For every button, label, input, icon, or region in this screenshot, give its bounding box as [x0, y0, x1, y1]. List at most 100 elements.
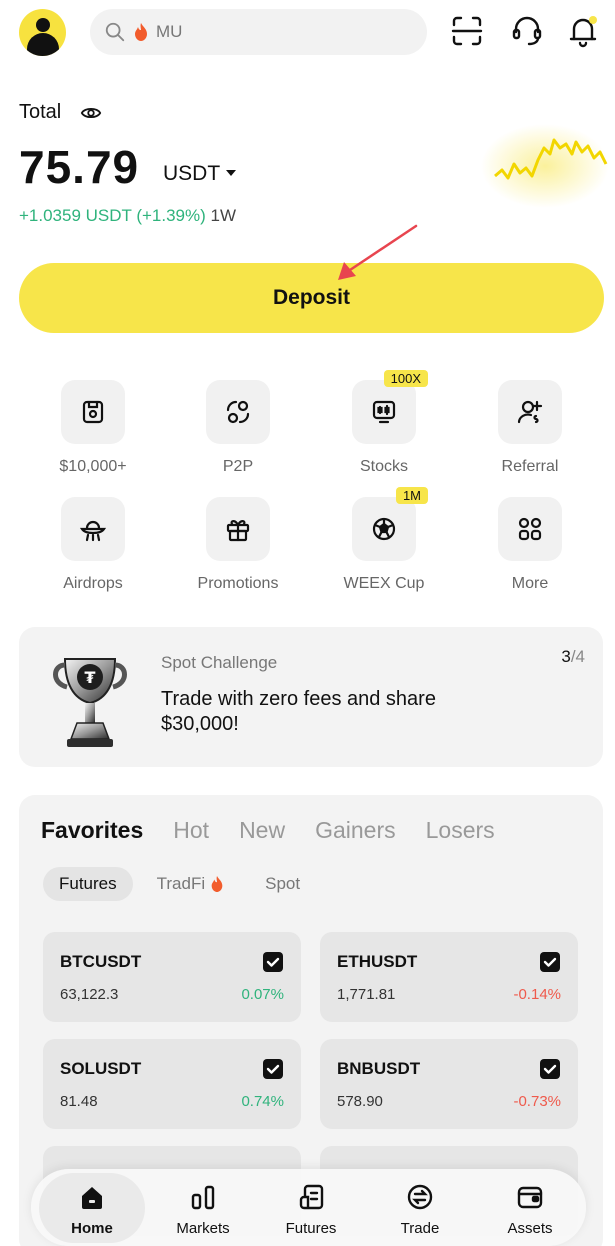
avatar[interactable] — [19, 9, 66, 56]
feature-label: More — [511, 575, 549, 592]
favorite-checkbox[interactable] — [263, 1059, 283, 1079]
bell-icon[interactable] — [566, 14, 600, 48]
feature-label: P2P — [222, 458, 254, 475]
feature-badge: 100X — [383, 370, 428, 387]
nav-markets[interactable]: Markets — [148, 1169, 258, 1246]
balance-unit-selector[interactable]: USDT — [163, 162, 220, 186]
market-price: 63,122.3 — [60, 986, 119, 1003]
feature-label: Promotions — [197, 575, 279, 592]
feature-p2p[interactable]: P2P — [183, 380, 293, 476]
feature-label: Airdrops — [63, 575, 123, 592]
subtab-tradfi[interactable]: TradFi — [141, 867, 242, 901]
support-icon[interactable] — [510, 14, 544, 48]
referral-icon — [517, 400, 543, 424]
feature-promotions[interactable]: Promotions — [183, 497, 293, 593]
markets-icon — [191, 1185, 215, 1210]
check-icon — [266, 957, 280, 967]
tab-gainers[interactable]: Gainers — [315, 817, 396, 844]
trophy-icon: ₮ — [53, 658, 127, 747]
total-label: Total — [19, 101, 62, 123]
check-icon — [543, 957, 557, 967]
feature-box — [206, 380, 270, 444]
balance-change: +1.0359 USDT (+1.39%) 1W — [19, 206, 236, 226]
nav-futures[interactable]: Futures — [256, 1169, 366, 1246]
market-card[interactable]: BTCUSDT 63,122.3 0.07% — [43, 932, 301, 1022]
pager-current: 3 — [561, 647, 571, 666]
banner-pager: 3/4 — [561, 647, 585, 667]
subtab-spot[interactable]: Spot — [249, 867, 316, 901]
grid-icon — [518, 517, 542, 541]
search-icon — [105, 22, 125, 42]
feature-box — [498, 380, 562, 444]
market-symbol: BNBUSDT — [337, 1059, 421, 1078]
feature-airdrops[interactable]: Airdrops — [38, 497, 148, 593]
search-bar[interactable]: MU — [90, 9, 427, 55]
nav-home[interactable]: Home — [39, 1173, 145, 1243]
tab-favorites[interactable]: Favorites — [41, 817, 143, 844]
scan-icon[interactable] — [450, 14, 484, 48]
favorite-checkbox[interactable] — [263, 952, 283, 972]
nav-label: Trade — [400, 1220, 440, 1237]
feature-badge: 1M — [395, 487, 428, 504]
market-card[interactable]: SOLUSDT 81.48 0.74% — [43, 1039, 301, 1129]
deposit-button[interactable]: Deposit — [19, 263, 604, 333]
spot-challenge-banner[interactable]: ₮ Spot Challenge Trade with zero fees an… — [19, 627, 603, 767]
futures-icon — [299, 1184, 324, 1210]
market-card[interactable]: BNBUSDT 578.90 -0.73% — [320, 1039, 578, 1129]
market-price: 81.48 — [60, 1093, 98, 1110]
flame-icon — [211, 876, 223, 892]
balance-change-value: +1.0359 USDT (+1.39%) — [19, 206, 206, 225]
feature-box: 100X — [352, 370, 428, 444]
nav-label: Assets — [507, 1220, 553, 1237]
nav-trade[interactable]: Trade — [365, 1169, 475, 1246]
top-bar: MU — [0, 0, 615, 64]
tab-hot[interactable]: Hot — [173, 817, 209, 844]
feature-label: Referral — [501, 458, 559, 475]
tab-new[interactable]: New — [239, 817, 285, 844]
feature-weex-cup[interactable]: 1M WEEX Cup — [329, 487, 439, 593]
soccer-ball-icon — [372, 517, 396, 541]
market-card[interactable]: ETHUSDT 1,771.81 -0.14% — [320, 932, 578, 1022]
stocks-icon — [372, 400, 396, 424]
feature-box — [61, 497, 125, 561]
market-change: -0.14% — [513, 986, 561, 1003]
feature-more[interactable]: More — [475, 497, 585, 593]
wallet-icon — [517, 1186, 543, 1209]
feature-box: 1M — [352, 487, 428, 561]
nav-label: Markets — [176, 1220, 230, 1237]
favorite-checkbox[interactable] — [540, 1059, 560, 1079]
gift-icon — [226, 520, 250, 542]
market-price: 578.90 — [337, 1093, 383, 1110]
challenge-kicker: Spot Challenge — [161, 653, 278, 672]
feature-box — [498, 497, 562, 561]
nav-label: Futures — [285, 1220, 337, 1237]
market-change: 0.07% — [241, 986, 284, 1003]
p2p-icon — [226, 400, 250, 424]
nav-assets[interactable]: Assets — [475, 1169, 585, 1246]
favorite-checkbox[interactable] — [540, 952, 560, 972]
trade-icon — [407, 1184, 433, 1210]
home-icon — [82, 1187, 102, 1209]
subtab-futures[interactable]: Futures — [43, 867, 133, 901]
market-subtabs: Futures TradFi Spot — [43, 867, 324, 901]
feature-referral[interactable]: Referral — [475, 380, 585, 476]
feature-stocks[interactable]: 100X Stocks — [329, 370, 439, 476]
feature-label: Stocks — [359, 458, 408, 475]
feature-10000[interactable]: $10,000+ — [38, 380, 148, 476]
chevron-down-icon[interactable] — [226, 170, 236, 176]
avatar-body — [27, 33, 59, 56]
tab-losers[interactable]: Losers — [426, 817, 495, 844]
wallet-icon — [82, 400, 104, 424]
subtab-label: TradFi — [156, 874, 206, 893]
search-term: MU — [156, 22, 183, 41]
feature-label: $10,000+ — [59, 458, 127, 475]
eye-icon[interactable] — [80, 102, 102, 124]
svg-text:₮: ₮ — [84, 668, 95, 687]
market-change: -0.73% — [513, 1093, 561, 1110]
check-icon — [266, 1064, 280, 1074]
market-symbol: BTCUSDT — [60, 952, 142, 971]
total-balance-value: 75.79 — [19, 141, 140, 193]
market-change: 0.74% — [241, 1093, 284, 1110]
market-symbol: SOLUSDT — [60, 1059, 142, 1078]
balance-sparkline — [481, 124, 609, 208]
